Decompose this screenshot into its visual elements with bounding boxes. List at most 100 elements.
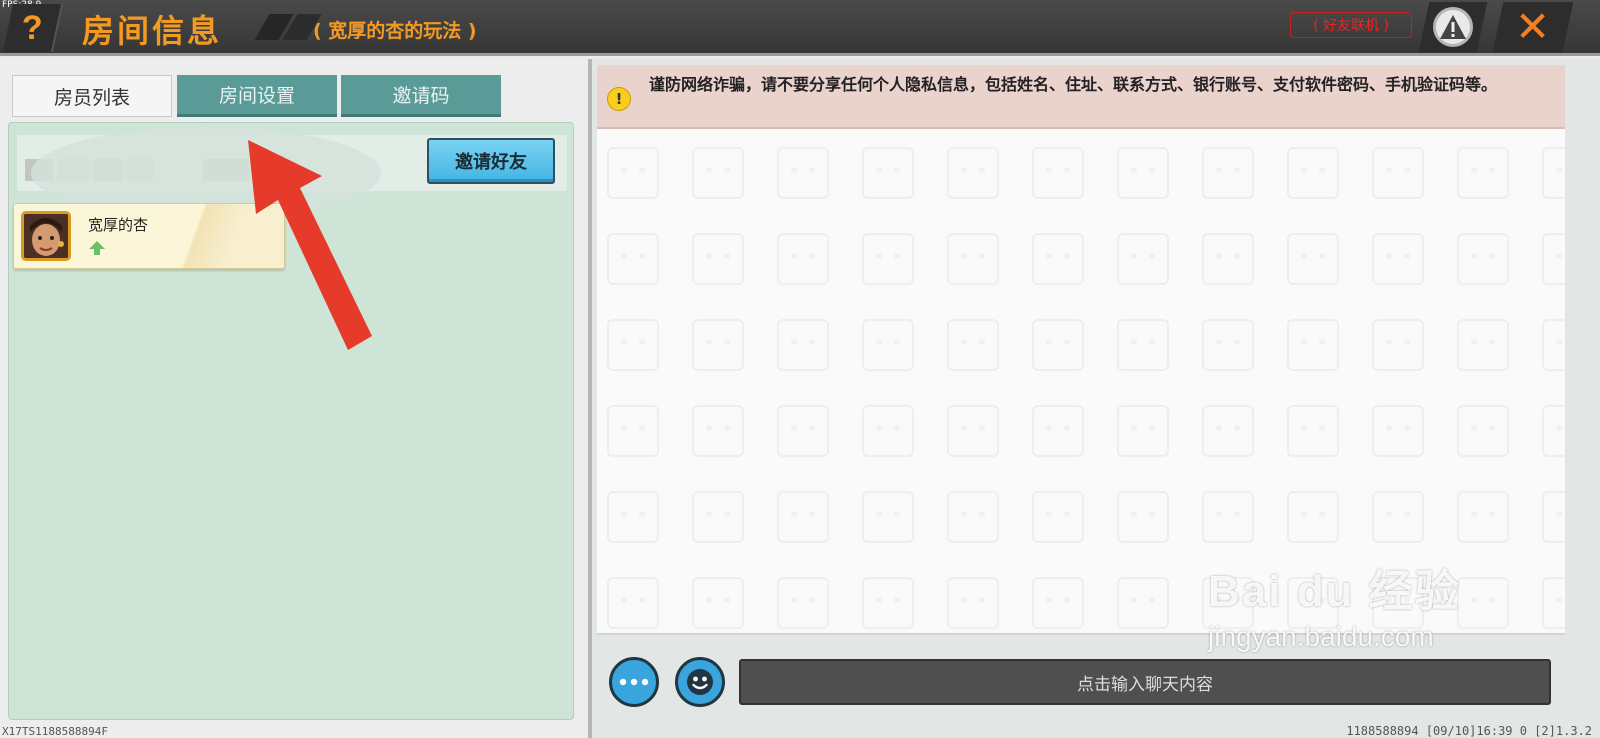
background-pattern-tile — [1032, 577, 1084, 629]
background-pattern-tile — [1032, 233, 1084, 285]
background-pattern-tile — [1457, 147, 1509, 199]
background-pattern-tile — [1202, 147, 1254, 199]
background-pattern-tile — [947, 577, 999, 629]
background-pattern-tile — [1372, 405, 1424, 457]
background-pattern-tile — [1542, 319, 1565, 371]
mode-badge: ( 好友联机 ) — [1290, 12, 1412, 38]
background-pattern-tile — [777, 233, 829, 285]
background-pattern-tile — [1032, 319, 1084, 371]
background-pattern-tile — [1372, 233, 1424, 285]
emoji-button[interactable] — [675, 657, 725, 707]
tab-member-list[interactable]: 房员列表 — [12, 75, 172, 117]
safety-notice: ! 谨防网络诈骗，请不要分享任何个人隐私信息，包括姓名、住址、联系方式、银行账号… — [597, 65, 1565, 129]
background-pattern-tile — [947, 233, 999, 285]
background-pattern-tile — [692, 147, 744, 199]
close-button[interactable]: ✕ — [1492, 2, 1574, 52]
background-pattern-tile — [1117, 319, 1169, 371]
background-pattern-tile — [777, 491, 829, 543]
background-pattern-tile — [1457, 577, 1509, 629]
top-bar: FPS:28.9 ? 房间信息 ( 宽厚的杏的玩法 ) ( 好友联机 ) ✕ — [0, 0, 1600, 56]
background-pattern-tile — [1372, 147, 1424, 199]
background-pattern-tile — [692, 577, 744, 629]
background-pattern-tile — [692, 319, 744, 371]
background-pattern-tile — [862, 147, 914, 199]
background-pattern-tile — [1202, 491, 1254, 543]
background-pattern-tile — [1032, 405, 1084, 457]
background-pattern-tile — [862, 405, 914, 457]
background-pattern-tile — [607, 319, 659, 371]
background-pattern-tile — [947, 147, 999, 199]
report-button[interactable] — [1418, 2, 1488, 52]
background-pattern-tile — [1287, 319, 1339, 371]
watermark-logo: Bai du 经验 — [1208, 567, 1461, 616]
background-pattern-tile — [1117, 233, 1169, 285]
background-pattern-tile — [607, 147, 659, 199]
notice-text: 谨防网络诈骗，请不要分享任何个人隐私信息，包括姓名、住址、联系方式、银行账号、支… — [649, 75, 1498, 94]
room-subtitle: ( 宽厚的杏的玩法 ) — [313, 20, 477, 42]
background-pattern-tile — [1287, 491, 1339, 543]
background-pattern-tile — [607, 577, 659, 629]
member-name: 宽厚的杏 — [88, 216, 149, 234]
background-pattern-tile — [1542, 147, 1565, 199]
background-pattern-tile — [607, 491, 659, 543]
background-pattern-tile — [777, 577, 829, 629]
status-text: 1188588894 [09/10]16:39 0 [2]1.3.2 — [1346, 724, 1592, 738]
background-pattern-tile — [862, 319, 914, 371]
chat-input[interactable]: 点击输入聊天内容 — [739, 659, 1551, 705]
background-pattern-tile — [692, 233, 744, 285]
watermark: Bai du 经验 jingyan.baidu.com — [1208, 555, 1461, 653]
background-pattern-tile — [1542, 233, 1565, 285]
background-pattern-tile — [1457, 319, 1509, 371]
tab-room-settings[interactable]: 房间设置 — [177, 75, 337, 117]
close-icon: ✕ — [1515, 2, 1551, 51]
background-pattern-tile — [1542, 577, 1565, 629]
page-title: 房间信息 — [82, 12, 223, 50]
help-button[interactable]: ? — [2, 4, 64, 52]
background-pattern-tile — [1287, 147, 1339, 199]
background-pattern-tile — [1202, 405, 1254, 457]
background-pattern-tile — [1117, 577, 1169, 629]
background-pattern-tile — [1287, 405, 1339, 457]
background-pattern-tile — [862, 491, 914, 543]
exclamation-icon: ! — [607, 87, 631, 111]
background-pattern-tile — [1117, 405, 1169, 457]
background-pattern-tile — [1032, 491, 1084, 543]
background-pattern-tile — [1287, 233, 1339, 285]
background-pattern-tile — [1202, 233, 1254, 285]
background-pattern-tile — [777, 319, 829, 371]
ellipsis-icon — [619, 678, 649, 686]
background-pattern-tile — [1542, 405, 1565, 457]
background-pattern-tile — [862, 577, 914, 629]
background-pattern-tile — [1372, 319, 1424, 371]
tab-invite-code[interactable]: 邀请码 — [341, 75, 501, 117]
background-pattern-tile — [1117, 147, 1169, 199]
background-pattern-tile — [777, 405, 829, 457]
background-pattern-tile — [1457, 233, 1509, 285]
background-pattern-tile — [1117, 491, 1169, 543]
background-pattern-tile — [1457, 491, 1509, 543]
background-pattern-tile — [947, 319, 999, 371]
invite-friend-button[interactable]: 邀请好友 — [427, 138, 555, 184]
avatar — [21, 211, 71, 261]
background-pattern-tile — [1542, 491, 1565, 543]
background-pattern-tile — [1372, 491, 1424, 543]
red-arrow-annotation — [248, 140, 372, 350]
more-button[interactable] — [609, 657, 659, 707]
upgrade-arrow-icon — [88, 240, 106, 260]
question-mark-icon: ? — [21, 8, 43, 47]
background-pattern-tile — [607, 233, 659, 285]
background-pattern-tile — [1032, 147, 1084, 199]
background-pattern-tile — [692, 405, 744, 457]
background-pattern-tile — [777, 147, 829, 199]
warning-icon — [1433, 7, 1473, 47]
watermark-url: jingyan.baidu.com — [1208, 621, 1434, 652]
background-pattern-tile — [862, 233, 914, 285]
background-pattern-tile — [947, 405, 999, 457]
smiley-icon — [687, 669, 713, 695]
background-pattern-tile — [692, 491, 744, 543]
room-id-label: X17TS1188588894F — [2, 725, 108, 738]
background-pattern-tile — [607, 405, 659, 457]
background-pattern-tile — [947, 491, 999, 543]
background-pattern-tile — [1457, 405, 1509, 457]
background-pattern-tile — [1202, 319, 1254, 371]
